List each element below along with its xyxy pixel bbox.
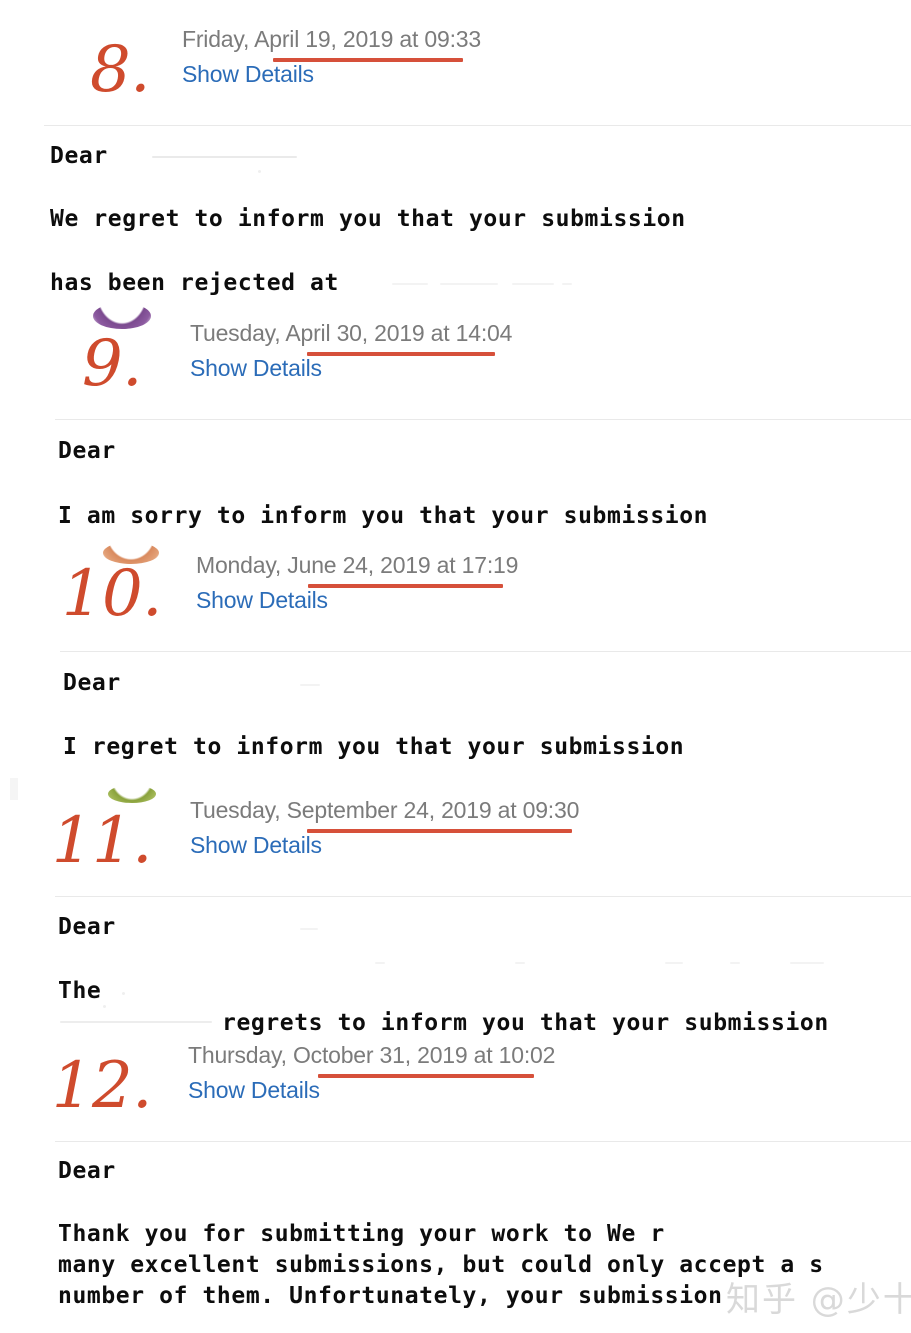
message-header-8: 8. Friday, April 19, 2019 at 09:33 Show …	[0, 26, 911, 134]
message-header-9: 9. Tuesday, April 30, 2019 at 14:04 Show…	[0, 320, 911, 428]
message-body-12-line-1: Dear	[58, 1158, 116, 1184]
message-body-11-line-2: The	[58, 978, 102, 1004]
redaction-smudge-8e	[562, 283, 572, 285]
zhihu-watermark: 知乎 @少十七	[726, 1280, 911, 1320]
screenshot-page: 8. Friday, April 19, 2019 at 09:33 Show …	[0, 0, 911, 1333]
date-highlight-underline-10	[308, 584, 503, 588]
redaction-smudge-8b	[392, 283, 428, 285]
item-number-11: 11.	[51, 804, 153, 878]
message-body-10-line-1: Dear	[63, 670, 121, 696]
redaction-smudge-11e	[730, 962, 740, 964]
item-number-9: 9.	[81, 327, 143, 401]
redaction-smudge-11b	[375, 962, 385, 964]
message-body-12-line-4: number of them. Unfortunately, your subm…	[58, 1283, 723, 1309]
message-header-10: 10. Monday, June 24, 2019 at 17:19 Show …	[0, 552, 911, 660]
message-divider-11	[55, 896, 911, 897]
redaction-dot-8a	[258, 170, 261, 173]
redaction-smudge-8d	[512, 283, 554, 285]
redaction-smudge-10a	[300, 684, 320, 686]
message-date-8: Friday, April 19, 2019 at 09:33	[182, 26, 481, 52]
message-date-10: Monday, June 24, 2019 at 17:19	[196, 552, 519, 578]
message-body-8-line-2: We regret to inform you that your submis…	[50, 206, 686, 232]
message-body-9-line-2: I am sorry to inform you that your submi…	[58, 503, 709, 529]
date-highlight-underline-12	[318, 1074, 534, 1078]
redaction-smudge-8c	[440, 283, 498, 285]
redaction-smudge-8a	[152, 156, 297, 158]
date-highlight-underline-9	[307, 352, 495, 356]
redaction-smudge-11f	[790, 962, 824, 964]
redaction-dot-11a	[122, 992, 125, 995]
message-body-12-line-3: many excellent submissions, but could on…	[58, 1252, 824, 1278]
message-meta-8: Friday, April 19, 2019 at 09:33 Show Det…	[182, 26, 481, 88]
message-meta-10: Monday, June 24, 2019 at 17:19 Show Deta…	[196, 552, 518, 614]
message-body-11-line-3: regrets to inform you that your submissi…	[222, 1010, 829, 1036]
message-body-9-line-1: Dear	[58, 438, 116, 464]
redaction-dot-11b	[103, 1005, 106, 1008]
message-divider-9	[55, 419, 911, 420]
message-body-11-line-1: Dear	[58, 914, 116, 940]
redaction-line-11	[60, 1021, 212, 1023]
message-body-10-line-2: I regret to inform you that your submiss…	[63, 734, 685, 760]
message-date-9: Tuesday, April 30, 2019 at 14:04	[190, 320, 513, 346]
redaction-smudge-11d	[665, 962, 683, 964]
message-date-12: Thursday, October 31, 2019 at 10:02	[188, 1042, 556, 1068]
message-divider-12	[55, 1141, 911, 1142]
message-header-12: 12. Thursday, October 31, 2019 at 10:02 …	[0, 1042, 911, 1150]
show-details-link-12[interactable]: Show Details	[188, 1077, 320, 1104]
item-number-12: 12.	[51, 1049, 153, 1123]
message-divider-10	[60, 651, 911, 652]
message-date-11: Tuesday, September 24, 2019 at 09:30	[190, 797, 580, 823]
date-highlight-underline-11	[307, 829, 572, 833]
message-body-8-line-3: has been rejected at	[50, 270, 339, 296]
message-meta-11: Tuesday, September 24, 2019 at 09:30 Sho…	[190, 797, 579, 859]
redaction-smudge-11c	[515, 962, 525, 964]
show-details-link-11[interactable]: Show Details	[190, 832, 322, 859]
item-number-8: 8.	[89, 33, 151, 107]
item-number-10: 10.	[61, 557, 163, 631]
date-highlight-underline-8	[273, 58, 463, 62]
message-meta-9: Tuesday, April 30, 2019 at 14:04 Show De…	[190, 320, 512, 382]
redaction-smudge-11a	[300, 928, 318, 930]
message-body-12-line-2: Thank you for submitting your work to We…	[58, 1221, 665, 1247]
show-details-link-10[interactable]: Show Details	[196, 587, 328, 614]
message-meta-12: Thursday, October 31, 2019 at 10:02 Show…	[188, 1042, 555, 1104]
message-divider-8	[44, 125, 911, 126]
show-details-link-8[interactable]: Show Details	[182, 61, 314, 88]
show-details-link-9[interactable]: Show Details	[190, 355, 322, 382]
message-body-8-line-1: Dear	[50, 143, 108, 169]
message-header-11: 11. Tuesday, September 24, 2019 at 09:30…	[0, 797, 911, 905]
